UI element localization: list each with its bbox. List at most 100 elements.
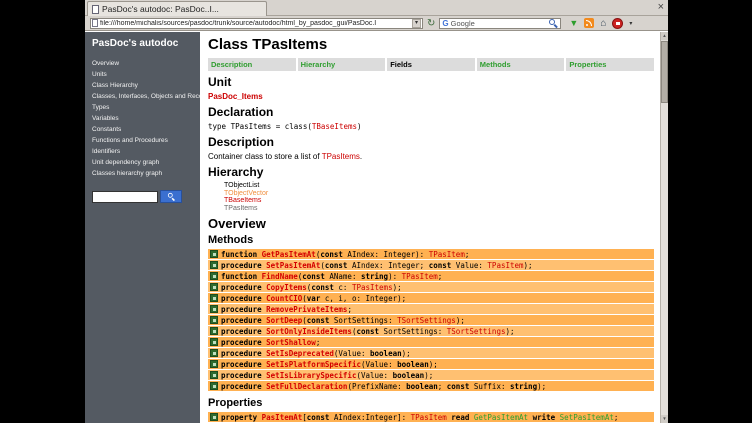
sidebar-item[interactable]: Types bbox=[92, 102, 200, 113]
reload-icon[interactable]: ↻ bbox=[427, 18, 435, 29]
member-visibility-icon bbox=[210, 338, 218, 346]
identifier: SetFullDeclaration bbox=[266, 382, 347, 391]
member-visibility-icon bbox=[210, 305, 218, 313]
hierarchy-item[interactable]: TObjectVector bbox=[224, 190, 654, 198]
code-text: const bbox=[320, 250, 343, 259]
code-text: ; bbox=[438, 272, 443, 281]
unit-link[interactable]: PasDoc_Items bbox=[208, 92, 263, 101]
sidebar-item[interactable]: Identifiers bbox=[92, 146, 200, 157]
sidebar-item[interactable]: Overview bbox=[92, 58, 200, 69]
member-row: property PasItemAt[const AIndex:Integer]… bbox=[208, 412, 654, 422]
accessor-link[interactable]: SetPasItemAt bbox=[560, 413, 614, 422]
type-link[interactable]: TPasItem bbox=[411, 413, 447, 422]
code-text: Value: bbox=[451, 261, 487, 270]
url-dropdown-icon[interactable]: ▾ bbox=[412, 19, 421, 28]
sidebar-item[interactable]: Functions and Procedures bbox=[92, 135, 200, 146]
type-link[interactable]: TPasItem bbox=[487, 261, 523, 270]
identifier: SetPasItemAt bbox=[266, 261, 320, 270]
code-text: ); bbox=[537, 382, 546, 391]
type-link[interactable]: TPasItems bbox=[352, 283, 393, 292]
member-visibility-icon bbox=[210, 360, 218, 368]
code-text: ); bbox=[505, 327, 514, 336]
class-nav-tab-description[interactable]: Description bbox=[208, 58, 296, 71]
scroll-down-icon[interactable]: ▼ bbox=[661, 415, 668, 423]
sidebar-item[interactable]: Variables bbox=[92, 113, 200, 124]
code-text: procedure bbox=[221, 338, 266, 347]
sidebar-item[interactable]: Classes hierarchy graph bbox=[92, 168, 200, 179]
browser-tab[interactable]: PasDoc's autodoc: PasDoc..I... bbox=[87, 1, 267, 16]
url-bar[interactable]: file:///home/michalis/sources/pasdoc/tru… bbox=[90, 18, 423, 29]
identifier: SetIsPlatformSpecific bbox=[266, 360, 361, 369]
search-engine-label[interactable]: Google bbox=[451, 19, 548, 28]
main-content: Class TPasItems DescriptionHierarchyFiel… bbox=[200, 32, 660, 423]
member-row: procedure SetIsPlatformSpecific(Value: b… bbox=[208, 359, 654, 369]
member-declaration: procedure SetIsDeprecated(Value: boolean… bbox=[221, 349, 411, 358]
class-nav-tab-hierarchy[interactable]: Hierarchy bbox=[298, 58, 386, 71]
member-declaration: procedure SortShallow; bbox=[221, 338, 320, 347]
code-text: const bbox=[447, 382, 470, 391]
scrollbar-thumb[interactable] bbox=[661, 41, 668, 103]
identifier: GetPasItemAt bbox=[262, 250, 316, 259]
code-text: c, i, o: Integer); bbox=[320, 294, 406, 303]
accessor-link[interactable]: GetPasItemAt bbox=[474, 413, 528, 422]
type-link[interactable]: TSortSettings bbox=[447, 327, 506, 336]
member-row: procedure CopyItems(const c: TPasItems); bbox=[208, 282, 654, 292]
type-link[interactable]: TPasItem bbox=[402, 272, 438, 281]
code-text: AIndex: Integer): bbox=[343, 250, 429, 259]
sidebar-item[interactable]: Classes, Interfaces, Objects and Records bbox=[92, 91, 200, 102]
code-text: c: bbox=[334, 283, 352, 292]
sidebar-item[interactable]: Units bbox=[92, 69, 200, 80]
sidebar-item[interactable]: Unit dependency graph bbox=[92, 157, 200, 168]
hierarchy-list: TObjectListTObjectVectorTBaseItemsTPasIt… bbox=[224, 182, 654, 212]
type-link[interactable]: TSortSettings bbox=[397, 316, 456, 325]
close-tab-icon[interactable]: × bbox=[658, 0, 664, 15]
sidebar-search-button[interactable] bbox=[160, 190, 182, 203]
google-logo-icon: G bbox=[442, 19, 448, 28]
identifier: SortOnlyInsideItems bbox=[266, 327, 352, 336]
member-visibility-icon bbox=[210, 250, 218, 258]
member-declaration: function FindName(const AName: string): … bbox=[221, 272, 442, 281]
unit-heading: Unit bbox=[208, 76, 654, 89]
class-nav-tab-properties[interactable]: Properties bbox=[566, 58, 654, 71]
search-bar[interactable]: G Google bbox=[439, 18, 561, 29]
description-heading: Description bbox=[208, 136, 654, 149]
page-icon bbox=[92, 5, 99, 14]
member-declaration: procedure RemovePrivateItems; bbox=[221, 305, 352, 314]
sidebar-nav: OverviewUnitsClass HierarchyClasses, Int… bbox=[92, 58, 200, 179]
sidebar-search-input[interactable] bbox=[92, 191, 158, 203]
scroll-up-icon[interactable]: ▲ bbox=[661, 32, 668, 40]
url-text[interactable]: file:///home/michalis/sources/pasdoc/tru… bbox=[100, 20, 410, 27]
toolbar-icons: ▼ ⌂ ▾ bbox=[569, 18, 632, 29]
type-link[interactable]: TPasItem bbox=[429, 250, 465, 259]
sidebar-item[interactable]: Constants bbox=[92, 124, 200, 135]
member-declaration: procedure SortDeep(const SortSettings: T… bbox=[221, 316, 465, 325]
hierarchy-heading: Hierarchy bbox=[208, 166, 654, 179]
type-link[interactable]: TPasItems bbox=[322, 152, 360, 161]
properties-heading: Properties bbox=[208, 397, 654, 409]
home-icon[interactable]: ⌂ bbox=[600, 18, 606, 29]
identifier: RemovePrivateItems bbox=[266, 305, 347, 314]
code-text: ); bbox=[456, 316, 465, 325]
code-text: const bbox=[429, 261, 452, 270]
sidebar-item[interactable]: Class Hierarchy bbox=[92, 80, 200, 91]
hierarchy-item[interactable]: TBaseItems bbox=[224, 197, 654, 205]
type-link[interactable]: TBaseItems bbox=[312, 122, 357, 131]
member-visibility-icon bbox=[210, 382, 218, 390]
code-text: (Value: bbox=[334, 349, 370, 358]
methods-heading: Methods bbox=[208, 234, 654, 246]
class-nav-tab-methods[interactable]: Methods bbox=[477, 58, 565, 71]
scrollbar[interactable]: ▲ ▼ bbox=[660, 32, 668, 423]
code-text: procedure bbox=[221, 382, 266, 391]
search-icon[interactable] bbox=[549, 19, 558, 28]
download-icon[interactable]: ▼ bbox=[569, 18, 578, 28]
adblock-icon[interactable] bbox=[612, 18, 623, 29]
code-text: ): bbox=[388, 272, 402, 281]
identifier: SortShallow bbox=[266, 338, 316, 347]
member-visibility-icon bbox=[210, 272, 218, 280]
declaration-code: type TPasItems = class(TBaseItems) bbox=[208, 122, 654, 131]
code-text: const bbox=[356, 327, 379, 336]
properties-table: property PasItemAt[const AIndex:Integer]… bbox=[208, 412, 654, 422]
member-declaration: procedure CopyItems(const c: TPasItems); bbox=[221, 283, 402, 292]
rss-icon[interactable] bbox=[584, 18, 594, 28]
adblock-caret-icon[interactable]: ▾ bbox=[629, 20, 632, 27]
